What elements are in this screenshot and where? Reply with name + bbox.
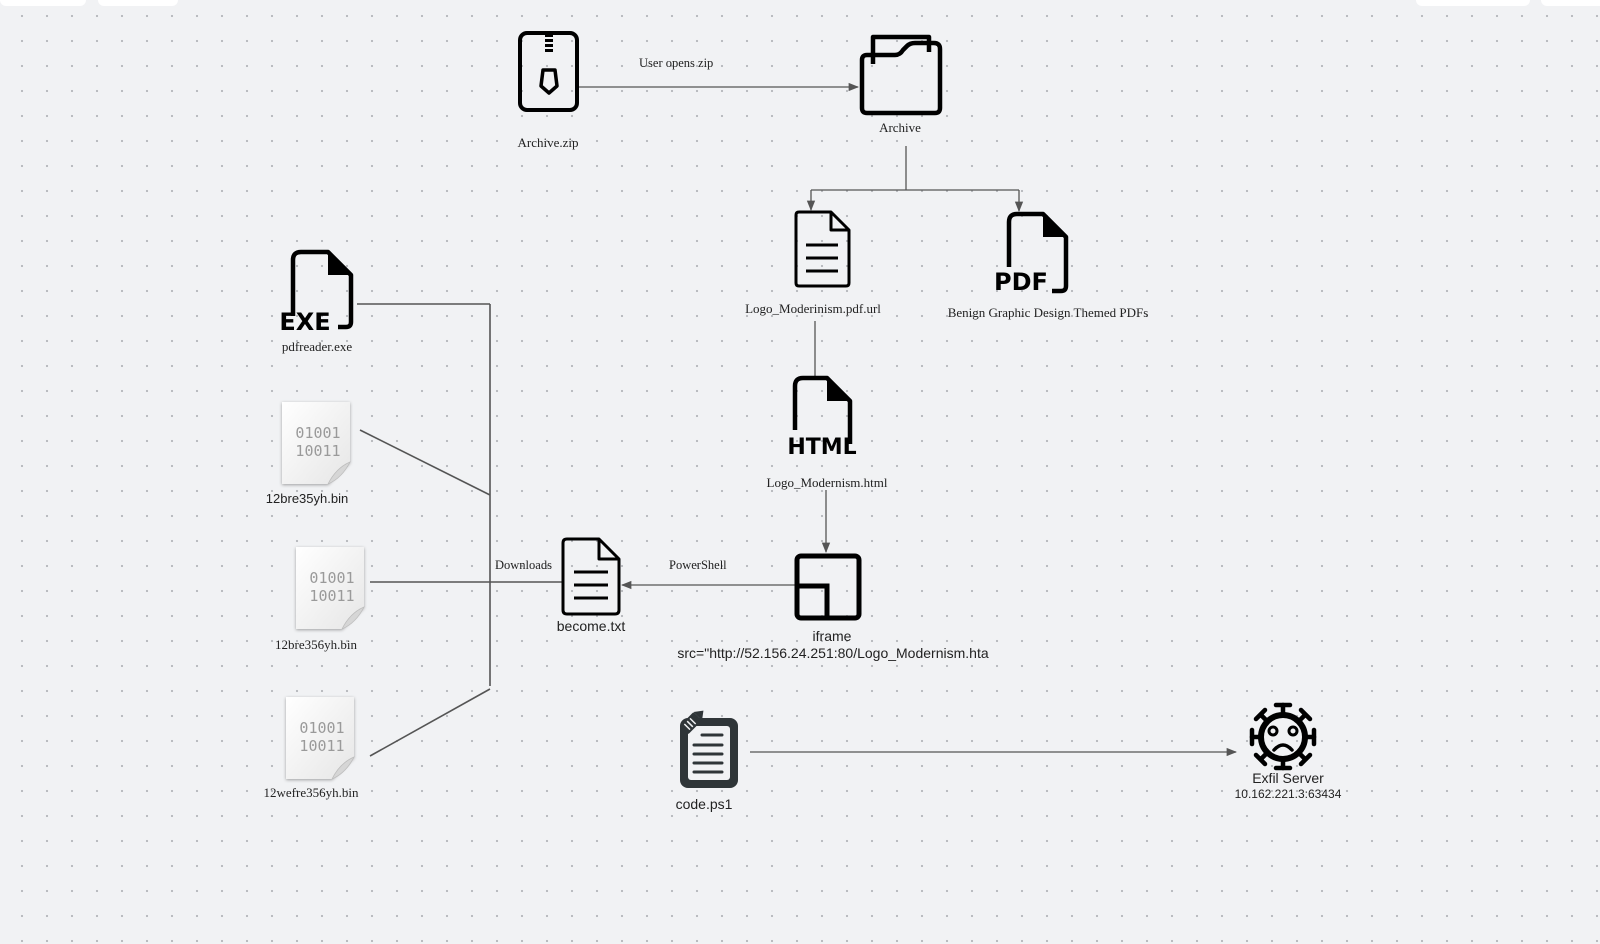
- node-label-archive: Archive: [879, 120, 921, 135]
- html-file-icon[interactable]: HTML: [787, 375, 857, 460]
- node-label-become-txt: become.txt: [556, 618, 626, 634]
- node-label-pdfreader: pdfreader.exe: [281, 339, 353, 354]
- exe-file-icon[interactable]: EXE: [279, 249, 354, 336]
- node-label-iframe: iframe: [812, 628, 852, 644]
- node-label-bin3: 12wefre356yh.bin: [263, 785, 359, 800]
- node-label-html: Logo_Modernism.html: [766, 475, 888, 490]
- node-sublabel-iframe-src: src="http://52.156.24.251:80/Logo_Modern…: [677, 645, 989, 661]
- binary-digits: 01001: [299, 719, 344, 737]
- edge-to-bin1[interactable]: [359, 429, 491, 496]
- binary-digits: 10011: [295, 442, 340, 460]
- virus-icon[interactable]: [1249, 702, 1317, 771]
- node-label-pdf-url: Logo_Moderinism.pdf.url: [745, 301, 881, 316]
- folder-icon[interactable]: [859, 34, 943, 116]
- pdf-file-icon[interactable]: PDF: [994, 211, 1069, 296]
- edge-to-bin3[interactable]: [369, 688, 491, 757]
- document-icon[interactable]: [561, 537, 621, 616]
- html-icon-text: HTML: [787, 435, 856, 460]
- binary-digits: 01001: [295, 424, 340, 442]
- node-label-exfil: Exfil Server: [1252, 770, 1324, 786]
- node-label-benign-pdfs: Benign Graphic Design Themed PDFs: [947, 305, 1149, 320]
- binary-digits: 10011: [309, 587, 354, 605]
- diagram-canvas: PDF HTML EXE 010011001101001100110100110…: [279, 31, 1317, 788]
- node-label-bin1: 12bre35yh.bin: [265, 491, 349, 506]
- node-label-code-ps1: code.ps1: [675, 796, 733, 812]
- script-file-icon[interactable]: [679, 706, 738, 788]
- binary-file-icon[interactable]: 0100110011: [286, 697, 355, 780]
- node-label-archive-zip: Archive.zip: [517, 135, 579, 150]
- pdf-icon-text: PDF: [994, 268, 1048, 296]
- zip-file-icon[interactable]: [518, 31, 579, 112]
- binary-digits: 10011: [299, 737, 344, 755]
- edge-label-downloads: Downloads: [495, 558, 552, 572]
- binary-file-icon[interactable]: 0100110011: [296, 547, 365, 630]
- binary-file-icon[interactable]: 0100110011: [282, 402, 351, 485]
- edge-label-powershell: PowerShell: [669, 558, 727, 572]
- iframe-icon[interactable]: [794, 553, 862, 621]
- exe-icon-text: EXE: [279, 308, 330, 336]
- binary-digits: 01001: [309, 569, 354, 587]
- node-sublabel-exfil-address: 10.162.221.3:63434: [1234, 787, 1342, 801]
- edge-label-opens-zip: User opens zip: [639, 56, 714, 70]
- document-icon[interactable]: [794, 210, 851, 288]
- node-label-bin2: 12bre356yh.bin: [275, 637, 357, 652]
